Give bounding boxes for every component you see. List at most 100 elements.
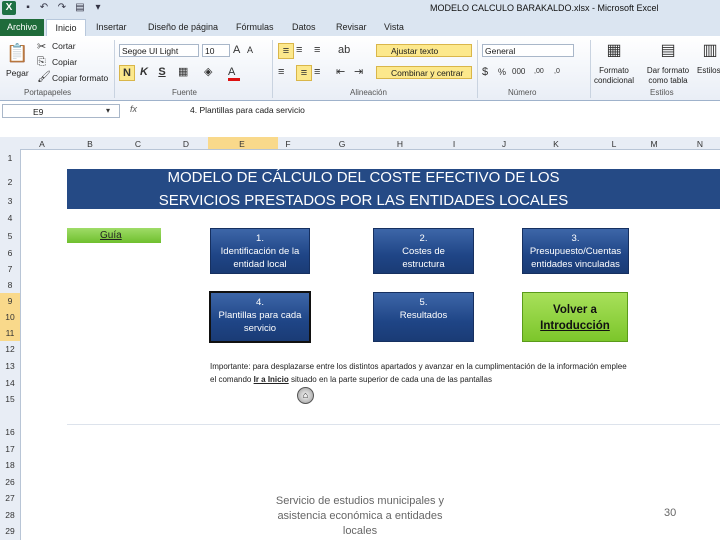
indent-decrease-icon[interactable]: ⇤ [336, 65, 345, 79]
column-header[interactable]: N [690, 139, 710, 149]
column-header[interactable]: G [332, 139, 352, 149]
number-format-combo[interactable]: General [482, 44, 574, 57]
nav-button-identificacion[interactable]: 1. Identificación de la entidad local [210, 228, 310, 274]
column-header[interactable]: C [128, 139, 148, 149]
align-middle-icon[interactable]: ≡ [296, 43, 302, 57]
align-right-icon[interactable]: ≡ [314, 65, 320, 79]
tab-inicio[interactable]: Inicio [46, 19, 86, 37]
wrap-text-button[interactable]: Ajustar texto [376, 44, 472, 57]
row-header[interactable]: 18 [2, 460, 18, 470]
tab-insertar[interactable]: Insertar [96, 20, 127, 35]
cut-button[interactable]: Cortar [52, 41, 76, 51]
name-box-dropdown-icon[interactable]: ▾ [106, 104, 110, 118]
format-painter-button[interactable]: Copiar formato [52, 73, 108, 83]
row-header[interactable]: 15 [2, 394, 18, 404]
increase-decimal-icon[interactable]: ,00 [534, 65, 544, 79]
row-header[interactable]: 3 [2, 196, 18, 206]
tab-diseno-pagina[interactable]: Diseño de página [148, 20, 218, 35]
underline-button[interactable]: S [156, 65, 168, 79]
nav-button-presupuesto[interactable]: 3. Presupuesto/Cuentas entidades vincula… [522, 228, 629, 274]
column-header[interactable]: D [176, 139, 196, 149]
paste-icon[interactable]: 📋 [6, 42, 28, 64]
nav-button-costes[interactable]: 2. Costes de estructura [373, 228, 474, 274]
copy-icon[interactable]: ⎘ [37, 55, 46, 69]
column-header[interactable]: K [546, 139, 566, 149]
font-color-icon[interactable]: A [228, 65, 235, 79]
row-header[interactable]: 9 [2, 296, 18, 306]
format-as-table-icon[interactable]: ▤ [658, 41, 678, 61]
cell-styles-button[interactable]: Estilos [697, 66, 720, 75]
align-bottom-icon[interactable]: ≡ [314, 43, 320, 57]
row-header[interactable]: 10 [2, 312, 18, 322]
decrease-decimal-icon[interactable]: ,0 [554, 65, 560, 79]
percent-icon[interactable]: % [498, 65, 506, 79]
row-header[interactable]: 8 [2, 280, 18, 290]
name-box[interactable]: E9 [2, 104, 120, 118]
row-header[interactable]: 1 [2, 153, 18, 163]
column-header[interactable]: M [644, 139, 664, 149]
save-icon[interactable]: ▪ [22, 2, 34, 14]
column-header[interactable]: F [278, 139, 298, 149]
nav-button-plantillas[interactable]: 4. Plantillas para cada servicio [209, 291, 311, 343]
column-header[interactable]: H [390, 139, 410, 149]
row-header[interactable]: 5 [2, 231, 18, 241]
formula-input[interactable]: 4. Plantillas para cada servicio [190, 105, 305, 115]
nav-button-resultados[interactable]: 5. Resultados [373, 292, 474, 342]
align-top-icon[interactable]: ≡ [278, 43, 294, 59]
column-header[interactable]: I [444, 139, 464, 149]
row-header[interactable]: 11 [2, 328, 18, 338]
ir-a-inicio-link[interactable]: Ir a Inicio [254, 375, 289, 384]
align-center-icon[interactable]: ≡ [296, 65, 312, 81]
tab-datos[interactable]: Datos [292, 20, 316, 35]
home-icon[interactable]: ⌂ [297, 387, 314, 404]
print-icon[interactable]: ▤ [74, 2, 86, 14]
quick-access-dropdown-icon[interactable]: ▾ [92, 2, 104, 14]
shrink-font-icon[interactable]: A [247, 43, 253, 57]
row-header[interactable]: 29 [2, 526, 18, 536]
volver-introduccion-button[interactable]: Volver a Introducción [522, 292, 628, 342]
excel-logo-icon[interactable]: X [2, 1, 16, 15]
tab-formulas[interactable]: Fórmulas [236, 20, 274, 35]
comma-icon[interactable]: 000 [512, 65, 525, 79]
column-header[interactable]: E [232, 139, 252, 149]
column-header[interactable]: L [604, 139, 624, 149]
borders-icon[interactable]: ▦ [178, 65, 188, 79]
font-size-combo[interactable]: 10 [202, 44, 230, 57]
row-header[interactable]: 7 [2, 264, 18, 274]
row-header[interactable]: 12 [2, 344, 18, 354]
conditional-format-icon[interactable]: ▦ [604, 41, 624, 61]
bold-button[interactable]: N [119, 65, 135, 81]
tab-revisar[interactable]: Revisar [336, 20, 367, 35]
tab-archivo[interactable]: Archivo [0, 19, 44, 36]
font-name-combo[interactable]: Segoe UI Light [119, 44, 199, 57]
row-header[interactable]: 27 [2, 493, 18, 503]
row-header[interactable]: 26 [2, 477, 18, 487]
paste-button[interactable]: Pegar [6, 68, 29, 78]
row-header[interactable]: 14 [2, 378, 18, 388]
column-header[interactable]: A [32, 139, 52, 149]
fill-color-icon[interactable]: ◈ [204, 65, 212, 79]
copy-button[interactable]: Copiar [52, 57, 77, 67]
guia-link[interactable]: Guía [100, 230, 122, 241]
format-as-table-button[interactable]: Dar formato como tabla [642, 66, 694, 86]
row-header[interactable]: 28 [2, 510, 18, 520]
align-left-icon[interactable]: ≡ [278, 65, 284, 79]
conditional-format-button[interactable]: Formato condicional [590, 66, 638, 86]
scissors-icon[interactable]: ✂ [37, 40, 46, 54]
orientation-icon[interactable]: ab [338, 43, 350, 57]
row-header[interactable]: 17 [2, 444, 18, 454]
merge-center-button[interactable]: Combinar y centrar [376, 66, 472, 79]
row-header[interactable]: 16 [2, 427, 18, 437]
row-header[interactable]: 13 [2, 361, 18, 371]
format-painter-icon[interactable]: 🖌 [37, 70, 51, 84]
indent-increase-icon[interactable]: ⇥ [354, 65, 363, 79]
grow-font-icon[interactable]: A [233, 43, 240, 57]
undo-icon[interactable]: ↶ [38, 2, 50, 14]
redo-icon[interactable]: ↷ [56, 2, 68, 14]
insert-function-icon[interactable]: fx [130, 104, 137, 114]
row-header[interactable]: 4 [2, 213, 18, 223]
italic-button[interactable]: K [138, 65, 150, 79]
tab-vista[interactable]: Vista [384, 20, 404, 35]
column-header[interactable]: J [494, 139, 514, 149]
row-header[interactable]: 2 [2, 177, 18, 187]
